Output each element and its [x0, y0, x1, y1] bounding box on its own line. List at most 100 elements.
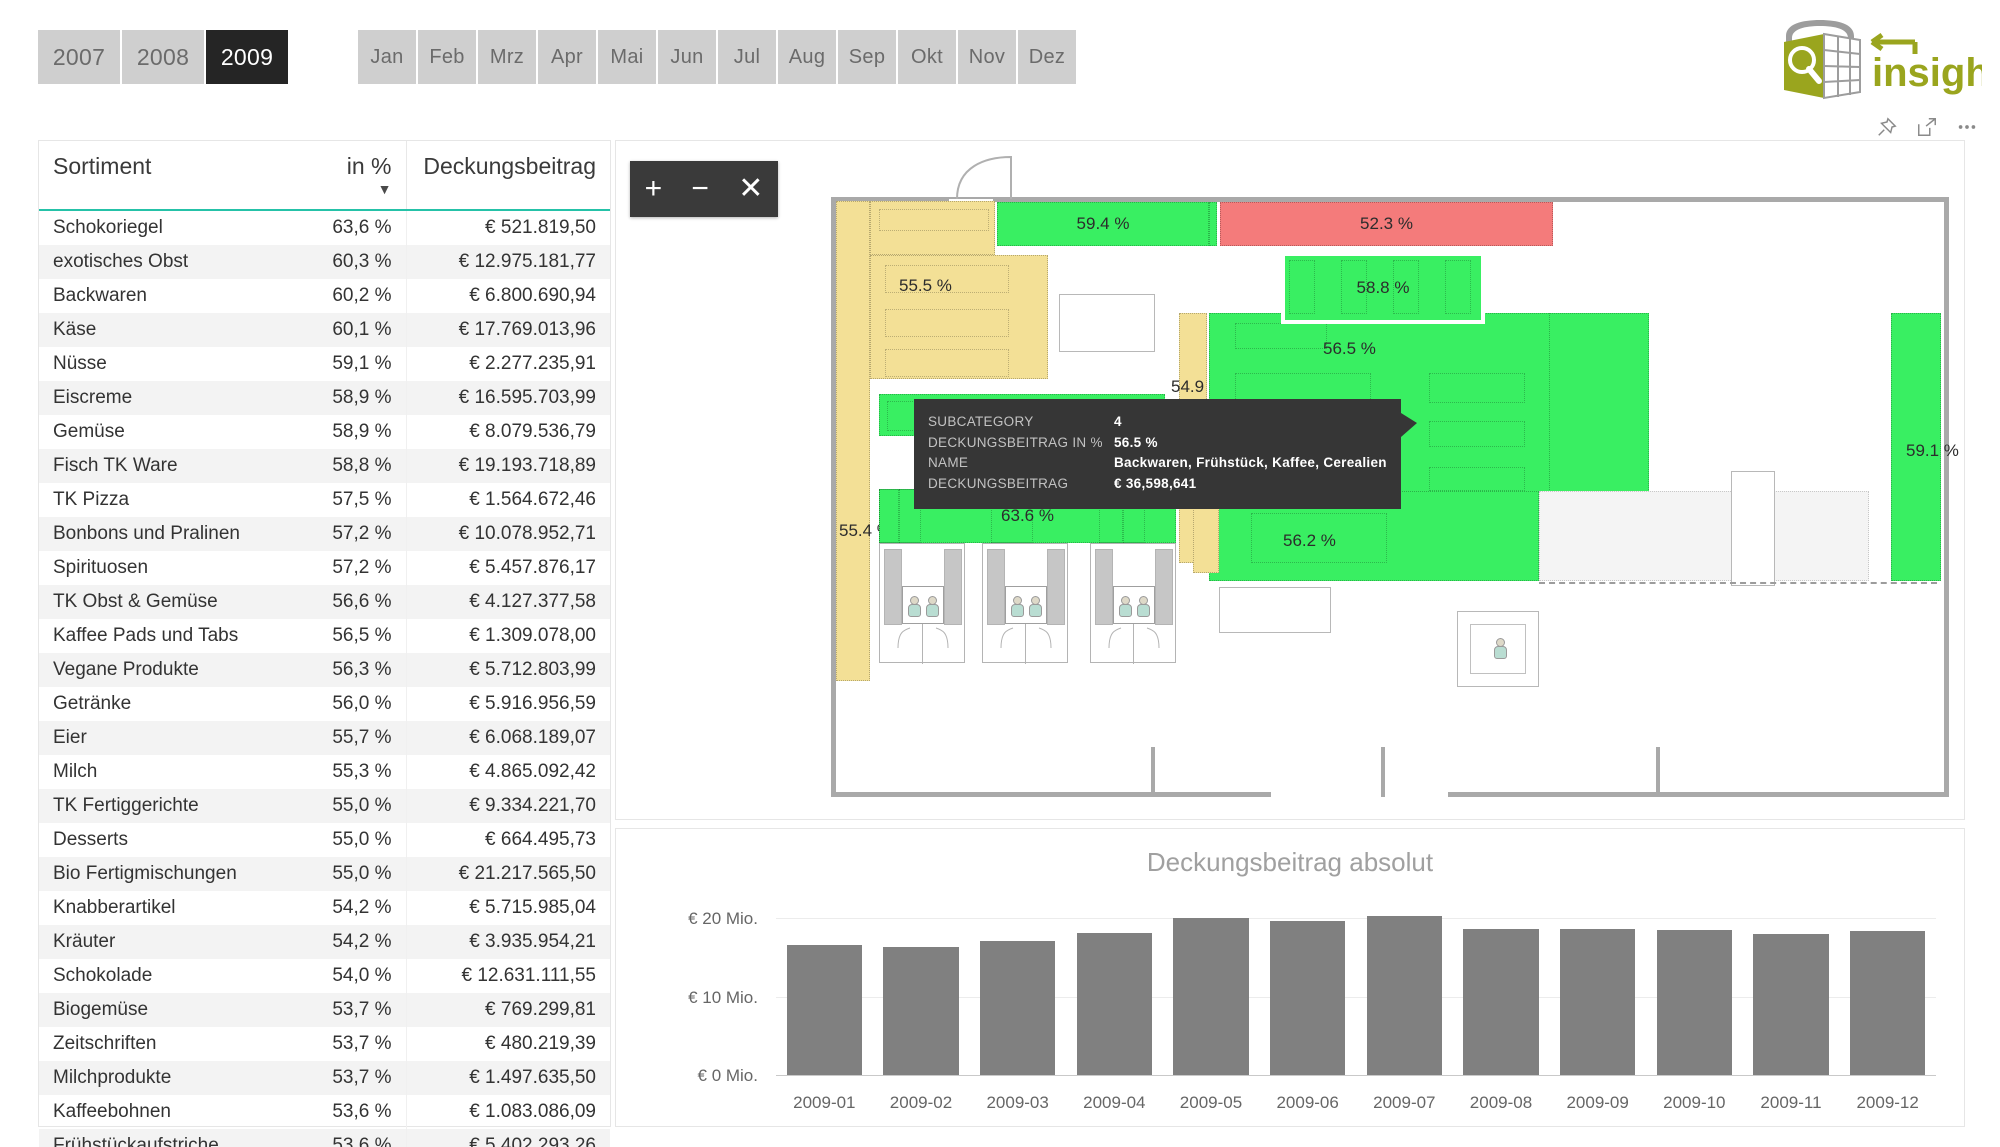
table-row[interactable]: Vegane Produkte 56,3 % € 5.712.803,99: [39, 653, 610, 687]
chart-bar[interactable]: [883, 946, 959, 1075]
pin-icon[interactable]: [1876, 116, 1898, 138]
month-slicer-option-jan[interactable]: Jan: [358, 30, 418, 84]
month-slicer-option-mai[interactable]: Mai: [598, 30, 658, 84]
chart-bar[interactable]: [1269, 920, 1346, 1075]
table-row[interactable]: Desserts 55,0 % € 664.495,73: [39, 823, 610, 857]
table-row[interactable]: Schokolade 54,0 % € 12.631.111,55: [39, 959, 610, 993]
month-slicer-option-jun[interactable]: Jun: [658, 30, 718, 84]
year-slicer-option-2008[interactable]: 2008: [122, 30, 206, 84]
sortiment-table[interactable]: Sortiment in % ▼ Deckungsbeitrag Schokorieg…: [39, 141, 610, 1147]
focus-mode-icon[interactable]: [1916, 116, 1938, 138]
table-row[interactable]: Nüsse 59,1 % € 2.277.235,91: [39, 347, 610, 381]
table-row[interactable]: Eier 55,7 % € 6.068.189,07: [39, 721, 610, 755]
table-cell-db: € 1.083.086,09: [405, 1095, 610, 1129]
shelf-island-1: [1289, 260, 1315, 314]
zoom-out-button[interactable]: −: [691, 174, 709, 204]
table-row[interactable]: Käse 60,1 % € 17.769.013,96: [39, 313, 610, 347]
chart-bar[interactable]: [1076, 932, 1153, 1075]
table-row[interactable]: Frühstückaufstriche 53,6 % € 5.402.293,26: [39, 1129, 610, 1147]
table-row[interactable]: Milchprodukte 53,7 % € 1.497.635,50: [39, 1061, 610, 1095]
chart-bar[interactable]: [1173, 917, 1249, 1075]
table-cell-pct: 56,6 %: [332, 591, 392, 612]
table-cell-sortiment: Schokolade: [53, 965, 153, 986]
table-header-row[interactable]: Sortiment in % ▼ Deckungsbeitrag: [39, 141, 610, 211]
zone-top-green[interactable]: 59.4 %: [997, 202, 1209, 246]
room-service-desk[interactable]: [1457, 611, 1539, 687]
table-row[interactable]: Spirituosen 57,2 % € 5.457.876,17: [39, 551, 610, 585]
table-row[interactable]: Zeitschriften 53,7 % € 480.219,39: [39, 1027, 610, 1061]
table-row[interactable]: Biogemüse 53,7 % € 769.299,81: [39, 993, 610, 1027]
zone-top-red[interactable]: 52.3 %: [1220, 202, 1553, 246]
table-row[interactable]: Fisch TK Ware 58,8 % € 19.193.718,89: [39, 449, 610, 483]
table-cell-sortiment: Bonbons und Pralinen: [53, 523, 240, 544]
month-slicer-option-okt[interactable]: Okt: [898, 30, 958, 84]
chart-bar[interactable]: [1366, 916, 1443, 1075]
chart-bar[interactable]: [979, 941, 1056, 1075]
table-row[interactable]: exotisches Obst 60,3 % € 12.975.181,77: [39, 245, 610, 279]
zone-top-green-sliver[interactable]: [1209, 202, 1217, 246]
table-row[interactable]: TK Pizza 57,5 % € 1.564.672,46: [39, 483, 610, 517]
tooltip-key: DECKUNGSBEITRAG IN %: [928, 434, 1103, 450]
chart-bar[interactable]: [1849, 931, 1926, 1075]
year-slicer[interactable]: 2007 2008 2009: [38, 30, 290, 84]
table-row[interactable]: Bio Fertigmischungen 55,0 % € 21.217.565,5…: [39, 857, 610, 891]
more-options-icon[interactable]: [1956, 116, 1978, 138]
table-body[interactable]: Schokoriegel 63,6 % € 521.819,50 exotisches…: [39, 210, 610, 1147]
table-column-header-1[interactable]: in % ▼: [284, 141, 406, 211]
zoom-in-button[interactable]: +: [645, 174, 663, 204]
zone-left-strip[interactable]: [836, 201, 870, 681]
month-slicer-option-aug[interactable]: Aug: [778, 30, 838, 84]
shelf-island-4: [1445, 260, 1471, 314]
month-slicer-option-jul[interactable]: Jul: [718, 30, 778, 84]
close-button[interactable]: ✕: [738, 174, 763, 204]
table-cell-sortiment: Desserts: [53, 829, 128, 850]
month-slicer-option-nov[interactable]: Nov: [958, 30, 1018, 84]
checkout-lane-2[interactable]: [982, 543, 1068, 664]
chart-baseline: [776, 1075, 1936, 1076]
month-slicer-option-sep[interactable]: Sep: [838, 30, 898, 84]
chart-bar[interactable]: [1753, 934, 1829, 1075]
year-slicer-option-2007[interactable]: 2007: [38, 30, 122, 84]
zone-label-58-8: 58.8 %: [1356, 278, 1410, 297]
table-column-header-0[interactable]: Sortiment: [39, 141, 284, 211]
table-cell-sortiment: TK Fertiggerichte: [53, 795, 199, 816]
table-cell-pct: 55,3 %: [332, 761, 392, 782]
table-row[interactable]: Backwaren 60,2 % € 6.800.690,94: [39, 279, 610, 313]
chart-bar[interactable]: [1656, 930, 1733, 1075]
chart-bar[interactable]: [1463, 929, 1539, 1075]
zone-right-neutral[interactable]: [1539, 491, 1869, 581]
month-slicer-option-feb[interactable]: Feb: [418, 30, 478, 84]
table-row[interactable]: TK Fertiggerichte 55,0 % € 9.334.221,70: [39, 789, 610, 823]
chart-bar[interactable]: [1559, 928, 1636, 1075]
table-cell-pct: 55,0 %: [332, 829, 392, 850]
table-row[interactable]: Bonbons und Pralinen 57,2 % € 10.078.952,7…: [39, 517, 610, 551]
bar-chart-plot[interactable]: € 0 Mio. € 10 Mio. € 20 Mio. 2009-01 2009-02…: [616, 887, 1966, 1127]
table-row[interactable]: Kaffee Pads und Tabs 56,5 % € 1.309.078,00: [39, 619, 610, 653]
month-slicer-option-mrz[interactable]: Mrz: [478, 30, 538, 84]
chart-bar[interactable]: [786, 945, 863, 1075]
map-zoom-toolbar[interactable]: + − ✕: [630, 161, 778, 217]
chart-gridline: [776, 918, 1936, 920]
table-row[interactable]: Getränke 56,0 % € 5.916.956,59: [39, 687, 610, 721]
month-slicer-option-dez[interactable]: Dez: [1018, 30, 1078, 84]
table-row[interactable]: Kaffeebohnen 53,6 % € 1.083.086,09: [39, 1095, 610, 1129]
map-tooltip: SUBCATEGORY 4 DECKUNGSBEITRAG IN % 56.5 % NA…: [914, 399, 1417, 509]
table-row[interactable]: Knabberartikel 54,2 % € 5.715.985,04: [39, 891, 610, 925]
table-row[interactable]: TK Obst & Gemüse 56,6 % € 4.127.377,58: [39, 585, 610, 619]
checkout-lane-1[interactable]: [879, 543, 965, 664]
panel-header-icons[interactable]: [1876, 116, 1978, 138]
table-column-header-2[interactable]: Deckungsbeitrag: [405, 141, 610, 211]
table-cell-sortiment: Eier: [53, 727, 87, 748]
table-row[interactable]: Eiscreme 58,9 % € 16.595.703,99: [39, 381, 610, 415]
checkout-lane-3[interactable]: [1090, 543, 1176, 664]
table-row[interactable]: Schokoriegel 63,6 % € 521.819,50: [39, 210, 610, 245]
table-row[interactable]: Kräuter 54,2 % € 3.935.954,21: [39, 925, 610, 959]
month-slicer[interactable]: Jan Feb Mrz Apr Mai Jun Jul Aug Sep Okt Nov Dez: [358, 30, 1078, 84]
store-map-panel: + − ✕ 55.4 % 55.5 % 59.4 % 52.3 % 54.9 %…: [615, 140, 1965, 820]
month-slicer-option-apr[interactable]: Apr: [538, 30, 598, 84]
table-row[interactable]: Gemüse 58,9 % € 8.079.536,79: [39, 415, 610, 449]
table-row[interactable]: Milch 55,3 % € 4.865.092,42: [39, 755, 610, 789]
table-cell-db: € 3.935.954,21: [405, 925, 610, 959]
shelf-tl-4: [885, 349, 1009, 377]
year-slicer-option-2009[interactable]: 2009: [206, 30, 290, 84]
